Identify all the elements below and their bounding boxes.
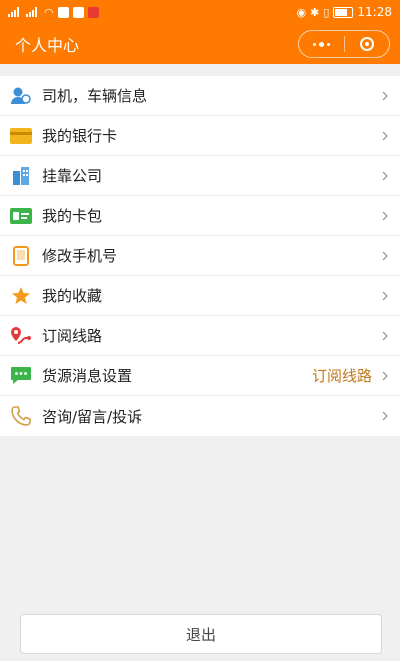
target-icon: [359, 37, 374, 51]
more-button[interactable]: [299, 31, 344, 57]
menu-item-label: 我的银行卡: [42, 127, 118, 145]
app-notification-icon: [57, 6, 69, 18]
menu-item-bank-card[interactable]: 我的银行卡: [0, 116, 400, 156]
chevron-right-icon: [382, 371, 388, 380]
signal-icon: [8, 7, 22, 17]
chevron-right-icon: [382, 211, 388, 220]
subscribe-route-link[interactable]: 订阅线路: [312, 365, 372, 386]
chevron-right-icon: [382, 171, 388, 180]
app-notification-icon: [72, 6, 84, 18]
route-icon: [10, 325, 32, 347]
menu-item-affiliated-company[interactable]: 挂靠公司: [0, 156, 400, 196]
menu-item-consult-feedback[interactable]: 咨询/留言/投诉: [0, 396, 400, 436]
vibrate-icon: ▯: [323, 5, 330, 19]
chevron-right-icon: [382, 411, 388, 421]
close-mini-program-button[interactable]: [345, 31, 390, 57]
chevron-right-icon: [382, 91, 388, 100]
menu-item-cargo-message-settings[interactable]: 货源消息设置 订阅线路: [0, 356, 400, 396]
status-bar: ◠ ◉ ✱ ▯ 11:28: [0, 0, 400, 24]
card-wallet-icon: [10, 205, 32, 227]
star-icon: [10, 285, 32, 307]
menu-item-label: 货源消息设置: [42, 367, 133, 385]
header-bar: 个人中心: [0, 24, 400, 64]
phone-icon: [10, 245, 32, 267]
menu-item-favorites[interactable]: 我的收藏: [0, 276, 400, 316]
battery-icon: [333, 6, 354, 18]
bluetooth-icon: ✱: [310, 5, 320, 19]
status-time: 11:28: [357, 5, 392, 19]
eye-icon: ◉: [296, 5, 307, 19]
status-right: ◉ ✱ ▯ 11:28: [297, 5, 392, 19]
app-notification-icon: [87, 6, 99, 18]
menu-item-label: 司机，车辆信息: [42, 87, 148, 105]
menu-item-label: 修改手机号: [42, 247, 118, 265]
menu-item-label: 我的卡包: [42, 207, 103, 225]
menu-item-card-wallet[interactable]: 我的卡包: [0, 196, 400, 236]
menu-item-label: 我的收藏: [42, 287, 103, 305]
more-dots-icon: [312, 41, 330, 47]
menu-item-subscribe-route[interactable]: 订阅线路: [0, 316, 400, 356]
page-title: 个人中心: [15, 36, 80, 55]
chevron-right-icon: [382, 131, 388, 140]
phone-call-icon: [10, 405, 32, 427]
chevron-right-icon: [382, 291, 388, 300]
menu-item-label: 咨询/留言/投诉: [42, 407, 143, 426]
signal-icon: [26, 7, 40, 17]
menu-list: 司机，车辆信息 我的银行卡 挂靠公司 我的卡包 修改手机号 我的收藏 订阅线路 …: [0, 76, 400, 436]
logout-button[interactable]: 退出: [20, 614, 382, 654]
mini-program-capsule: [298, 30, 390, 58]
menu-item-change-phone[interactable]: 修改手机号: [0, 236, 400, 276]
status-left: ◠: [8, 6, 99, 19]
menu-item-driver-vehicle[interactable]: 司机，车辆信息: [0, 76, 400, 116]
chevron-right-icon: [382, 251, 388, 260]
message-icon: [10, 365, 32, 387]
bank-card-icon: [10, 125, 32, 147]
company-building-icon: [10, 165, 32, 187]
menu-item-label: 挂靠公司: [42, 167, 103, 185]
driver-icon: [10, 85, 32, 107]
wifi-icon: ◠: [44, 5, 54, 19]
chevron-right-icon: [382, 331, 388, 340]
menu-item-label: 订阅线路: [42, 327, 103, 345]
